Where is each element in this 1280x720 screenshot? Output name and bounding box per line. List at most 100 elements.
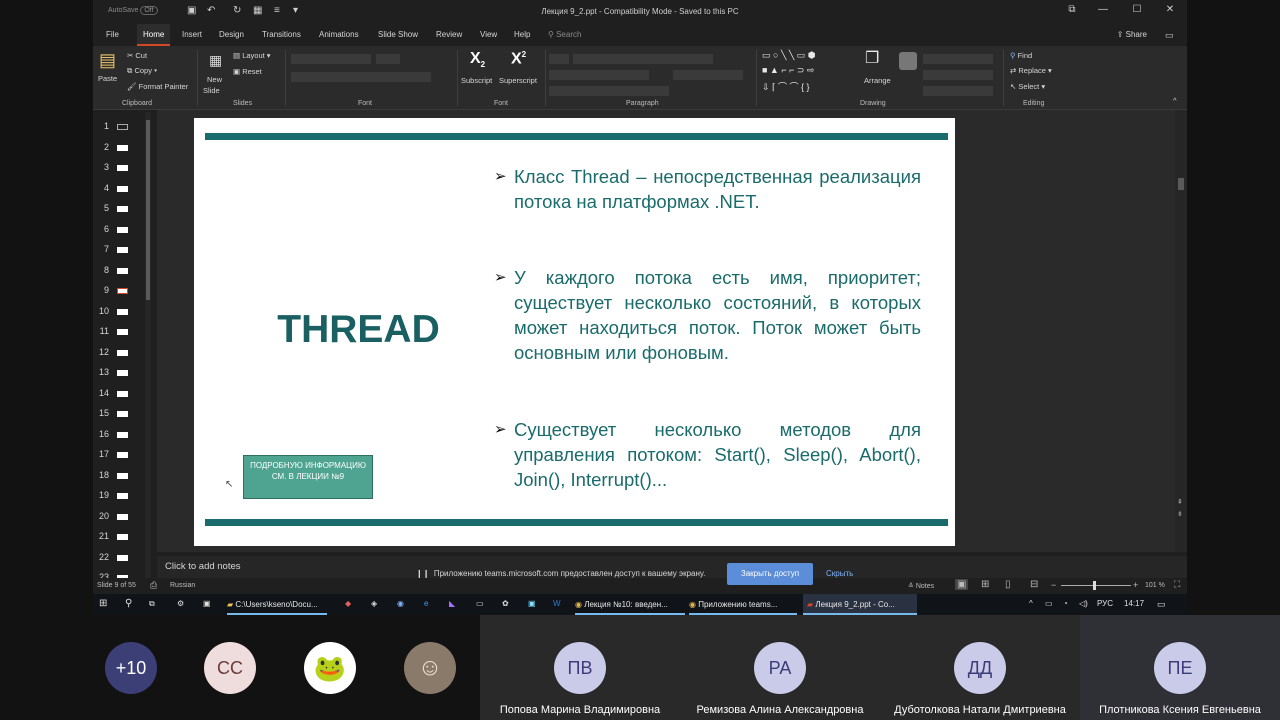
format-painter-button[interactable]: 🖌 Format Painter: [127, 82, 188, 91]
more-participants-button[interactable]: +10: [105, 642, 157, 694]
clock[interactable]: 14:17: [1124, 599, 1144, 608]
slide-thumbnail-image[interactable]: [117, 247, 128, 253]
slide-thumbnail-image[interactable]: [117, 493, 128, 499]
font-name-box[interactable]: [291, 54, 371, 64]
slide-thumbnail-image[interactable]: [117, 185, 128, 192]
share-button[interactable]: ⇪ Share: [1117, 30, 1147, 39]
arrange-icon[interactable]: ❐: [865, 48, 879, 68]
vs-icon[interactable]: ◣: [449, 599, 455, 608]
slide-thumbnail-image[interactable]: [117, 513, 128, 520]
superscript-button[interactable]: Superscript: [499, 76, 537, 85]
zoom-level[interactable]: 101 %: [1145, 582, 1165, 589]
tab-transitions[interactable]: Transitions: [262, 30, 301, 39]
search-input[interactable]: ⚲ Search: [548, 30, 581, 39]
volume-icon[interactable]: ◁): [1079, 599, 1088, 608]
slide-thumbnail-image[interactable]: [117, 308, 128, 315]
participant-tile[interactable]: ПЕ Плотникова Ксения Евгеньевна: [1080, 615, 1280, 720]
app-icon-1[interactable]: ⚙: [177, 599, 184, 608]
participant-tile[interactable]: ПВ Попова Марина Владимировна: [480, 615, 680, 720]
superscript-icon[interactable]: X2: [511, 50, 526, 68]
tab-slide-show[interactable]: Slide Show: [378, 30, 418, 39]
terminal-icon[interactable]: ▭: [476, 599, 484, 608]
task-powerpoint[interactable]: ▰ Лекция 9_2.ppt - Co...: [803, 594, 917, 615]
task-chrome-teams[interactable]: ◉ Приложению teams...: [689, 594, 797, 615]
subscript-button[interactable]: Subscript: [461, 76, 492, 85]
slide-bullet-3[interactable]: ➢ Существует несколько методов для управл…: [494, 417, 921, 492]
slide-thumbnail-image[interactable]: [117, 288, 128, 294]
tab-design[interactable]: Design: [219, 30, 244, 39]
info-link-box[interactable]: ПОДРОБНУЮ ИНФОРМАЦИЮ СМ. В ЛЕКЦИИ №9: [243, 455, 373, 499]
paragraph-row4[interactable]: [549, 86, 669, 96]
canvas-scrollbar[interactable]: ⇞ ⇟: [1175, 110, 1187, 552]
find-button[interactable]: ⚲ Find: [1010, 51, 1032, 60]
paste-button[interactable]: Paste: [98, 74, 117, 83]
select-button[interactable]: ↖ Select ▾: [1010, 82, 1045, 91]
slide-thumbnail-image[interactable]: [117, 431, 128, 438]
cut-button[interactable]: ✂ Cut: [127, 51, 147, 60]
notes-placeholder[interactable]: Click to add notes: [165, 561, 241, 572]
tab-view[interactable]: View: [480, 30, 497, 39]
tab-animations[interactable]: Animations: [319, 30, 359, 39]
word-icon[interactable]: W: [553, 599, 561, 608]
participant-avatar-frog[interactable]: 🐸: [304, 642, 356, 694]
tab-review[interactable]: Review: [436, 30, 462, 39]
slide-thumbnail-image[interactable]: [117, 226, 128, 233]
app-icon-5[interactable]: ✿: [502, 599, 509, 608]
zoom-slider[interactable]: [1061, 585, 1131, 586]
slideshow-icon[interactable]: ⊟: [1030, 579, 1038, 590]
close-button[interactable]: ✕: [1163, 4, 1177, 15]
task-view-icon[interactable]: ⧉: [149, 599, 155, 609]
edge-icon[interactable]: e: [424, 599, 428, 608]
participant-tile[interactable]: РА Ремизова Алина Александровна: [680, 615, 880, 720]
paste-icon[interactable]: ▤: [99, 50, 116, 71]
slide-thumbnail-image[interactable]: [117, 329, 128, 335]
app-icon-3[interactable]: ◈: [371, 599, 377, 608]
tab-home[interactable]: Home: [137, 24, 171, 46]
search-taskbar-icon[interactable]: ⚲: [125, 598, 132, 609]
slide-thumbnail-image[interactable]: [117, 534, 128, 540]
font-format-row[interactable]: [291, 72, 431, 82]
participant-avatar-photo[interactable]: ☺: [404, 642, 456, 694]
tray-chevron-icon[interactable]: ^: [1029, 599, 1033, 608]
slide-thumbnail-image[interactable]: [117, 411, 128, 417]
font-size-box[interactable]: [376, 54, 400, 64]
battery-icon[interactable]: ▭: [1045, 599, 1053, 608]
slide-thumbnail-image[interactable]: [117, 165, 128, 171]
slide-bullet-2[interactable]: ➢ У каждого потока есть имя, приоритет; с…: [494, 265, 921, 365]
tab-insert[interactable]: Insert: [182, 30, 202, 39]
tab-file[interactable]: File: [106, 30, 119, 39]
slide-bullet-1[interactable]: ➢ Класс Thread – непосредственная реализа…: [494, 164, 921, 214]
subscript-icon[interactable]: X2: [470, 50, 485, 69]
app-icon-2[interactable]: ◆: [345, 599, 351, 608]
paragraph-row1[interactable]: [573, 54, 713, 64]
slide-9[interactable]: THREAD ➢ Класс Thread – непосредственная …: [194, 118, 955, 546]
ribbon-display-icon[interactable]: ⧉: [1065, 4, 1079, 15]
zoom-in-icon[interactable]: +: [1133, 580, 1138, 590]
new-slide-icon[interactable]: ▦: [209, 52, 222, 69]
slide-thumbnail-image[interactable]: [117, 124, 128, 130]
task-explorer[interactable]: ▰ C:\Users\kseno\Docu...: [227, 594, 327, 615]
slide-thumbnail-image[interactable]: [117, 370, 128, 376]
slide-thumbnail-image[interactable]: [117, 472, 128, 479]
fit-slide-icon[interactable]: ⛶: [1174, 579, 1180, 590]
notifications-icon[interactable]: ▭: [1157, 599, 1166, 610]
shape-fill-row[interactable]: [923, 54, 993, 64]
reading-view-icon[interactable]: ▯: [1005, 579, 1011, 590]
app-icon-6[interactable]: ▣: [528, 599, 536, 608]
stop-sharing-button[interactable]: Закрыть доступ: [727, 563, 813, 585]
participant-avatar-cc[interactable]: СС: [204, 642, 256, 694]
slide-title[interactable]: THREAD: [194, 308, 523, 352]
notes-toggle[interactable]: ≙ Notes: [908, 582, 934, 590]
slide-thumbnail-image[interactable]: [117, 349, 128, 356]
shape-effects-row[interactable]: [923, 86, 993, 96]
hide-banner-link[interactable]: Скрыть: [826, 569, 853, 578]
input-language[interactable]: РУС: [1097, 599, 1113, 608]
slide-thumbnail-image[interactable]: [117, 144, 128, 151]
comments-icon[interactable]: ▭: [1165, 30, 1174, 41]
slide-thumbnail-image[interactable]: [117, 267, 128, 274]
slide-sorter-icon[interactable]: ⊞: [981, 579, 989, 590]
slide-thumbnail-image[interactable]: [117, 206, 128, 212]
new-slide-button[interactable]: New: [207, 75, 222, 84]
store-icon[interactable]: ▣: [203, 599, 211, 608]
collapse-ribbon-icon[interactable]: ^: [1173, 96, 1177, 105]
